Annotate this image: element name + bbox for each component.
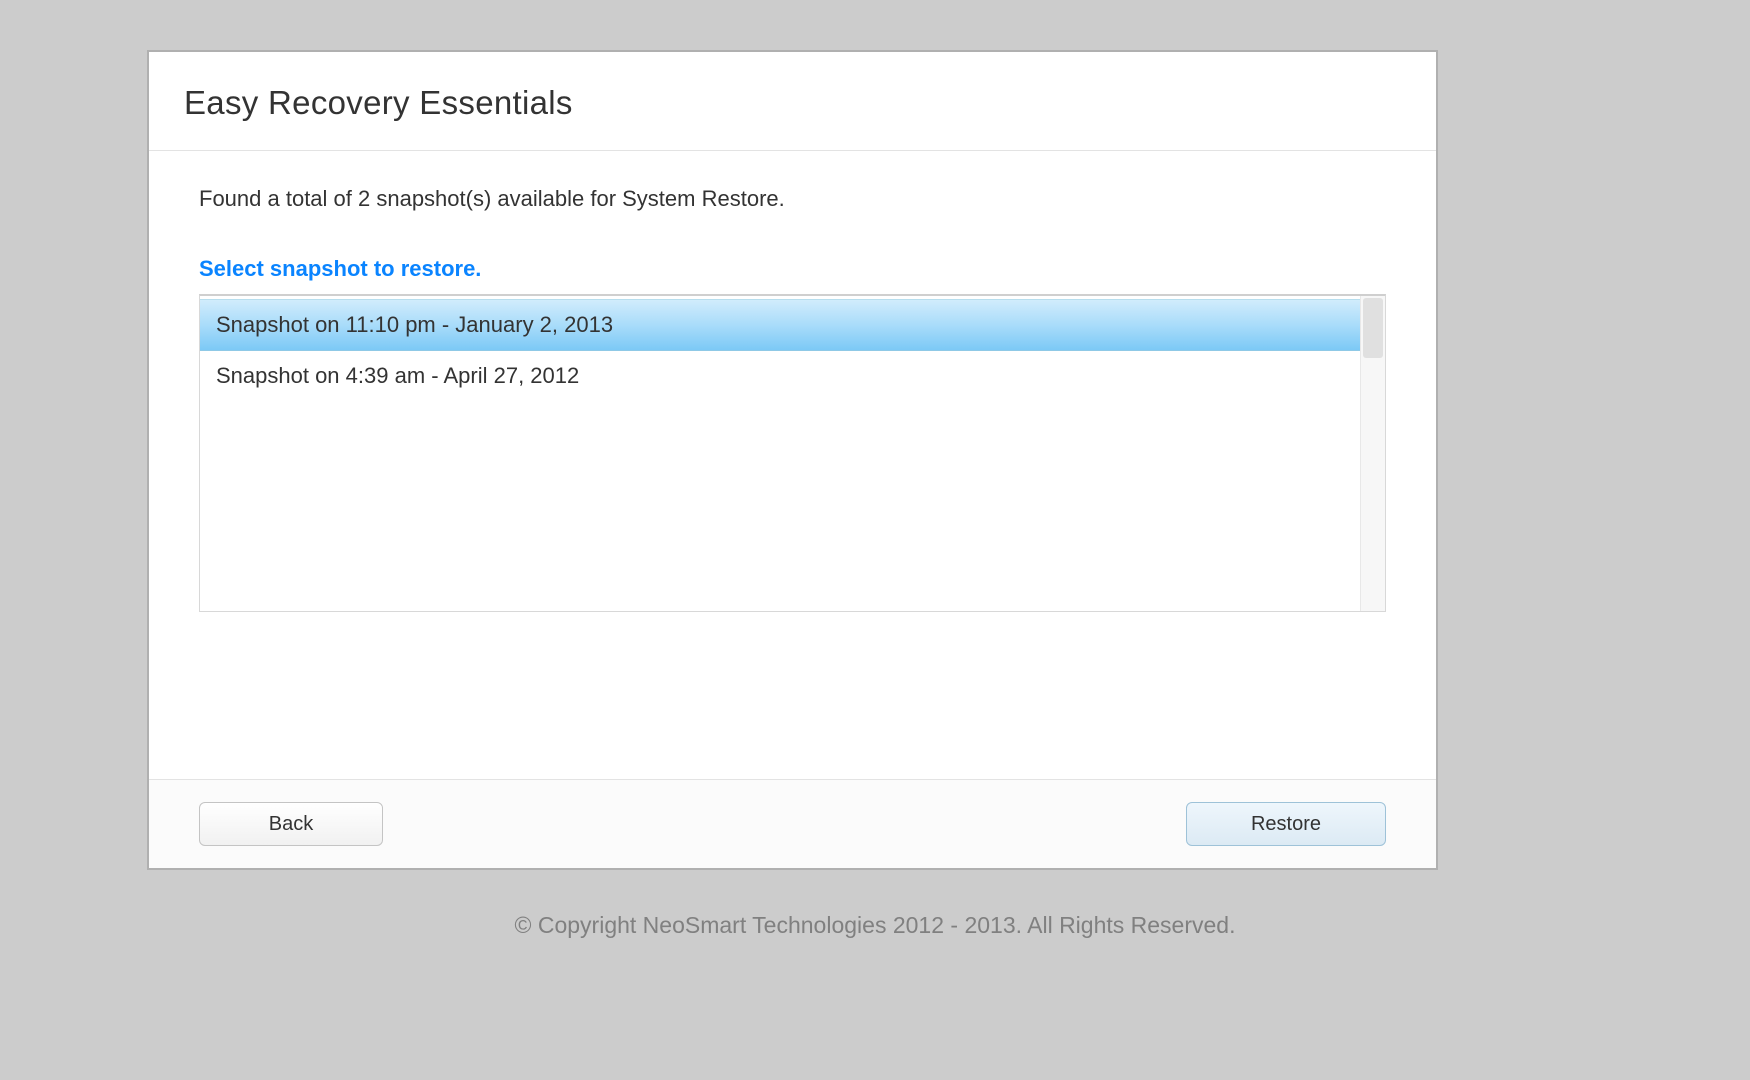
snapshot-list: Snapshot on 11:10 pm - January 2, 2013 S… [199,294,1386,612]
snapshot-item[interactable]: Snapshot on 11:10 pm - January 2, 2013 [200,299,1360,351]
status-text: Found a total of 2 snapshot(s) available… [199,186,1386,212]
page-title: Easy Recovery Essentials [184,84,1401,122]
back-button[interactable]: Back [199,802,383,846]
footer: Back Restore [149,779,1436,868]
snapshot-item[interactable]: Snapshot on 4:39 am - April 27, 2012 [200,351,1360,401]
app-window: Easy Recovery Essentials Found a total o… [147,50,1438,870]
instruction-text: Select snapshot to restore. [199,256,1386,282]
copyright-text: © Copyright NeoSmart Technologies 2012 -… [0,912,1750,939]
snapshot-list-inner: Snapshot on 11:10 pm - January 2, 2013 S… [200,299,1360,611]
header: Easy Recovery Essentials [149,52,1436,151]
restore-button[interactable]: Restore [1186,802,1386,846]
scrollbar-thumb[interactable] [1363,298,1383,358]
scrollbar[interactable] [1360,296,1385,611]
content-area: Found a total of 2 snapshot(s) available… [149,151,1436,779]
